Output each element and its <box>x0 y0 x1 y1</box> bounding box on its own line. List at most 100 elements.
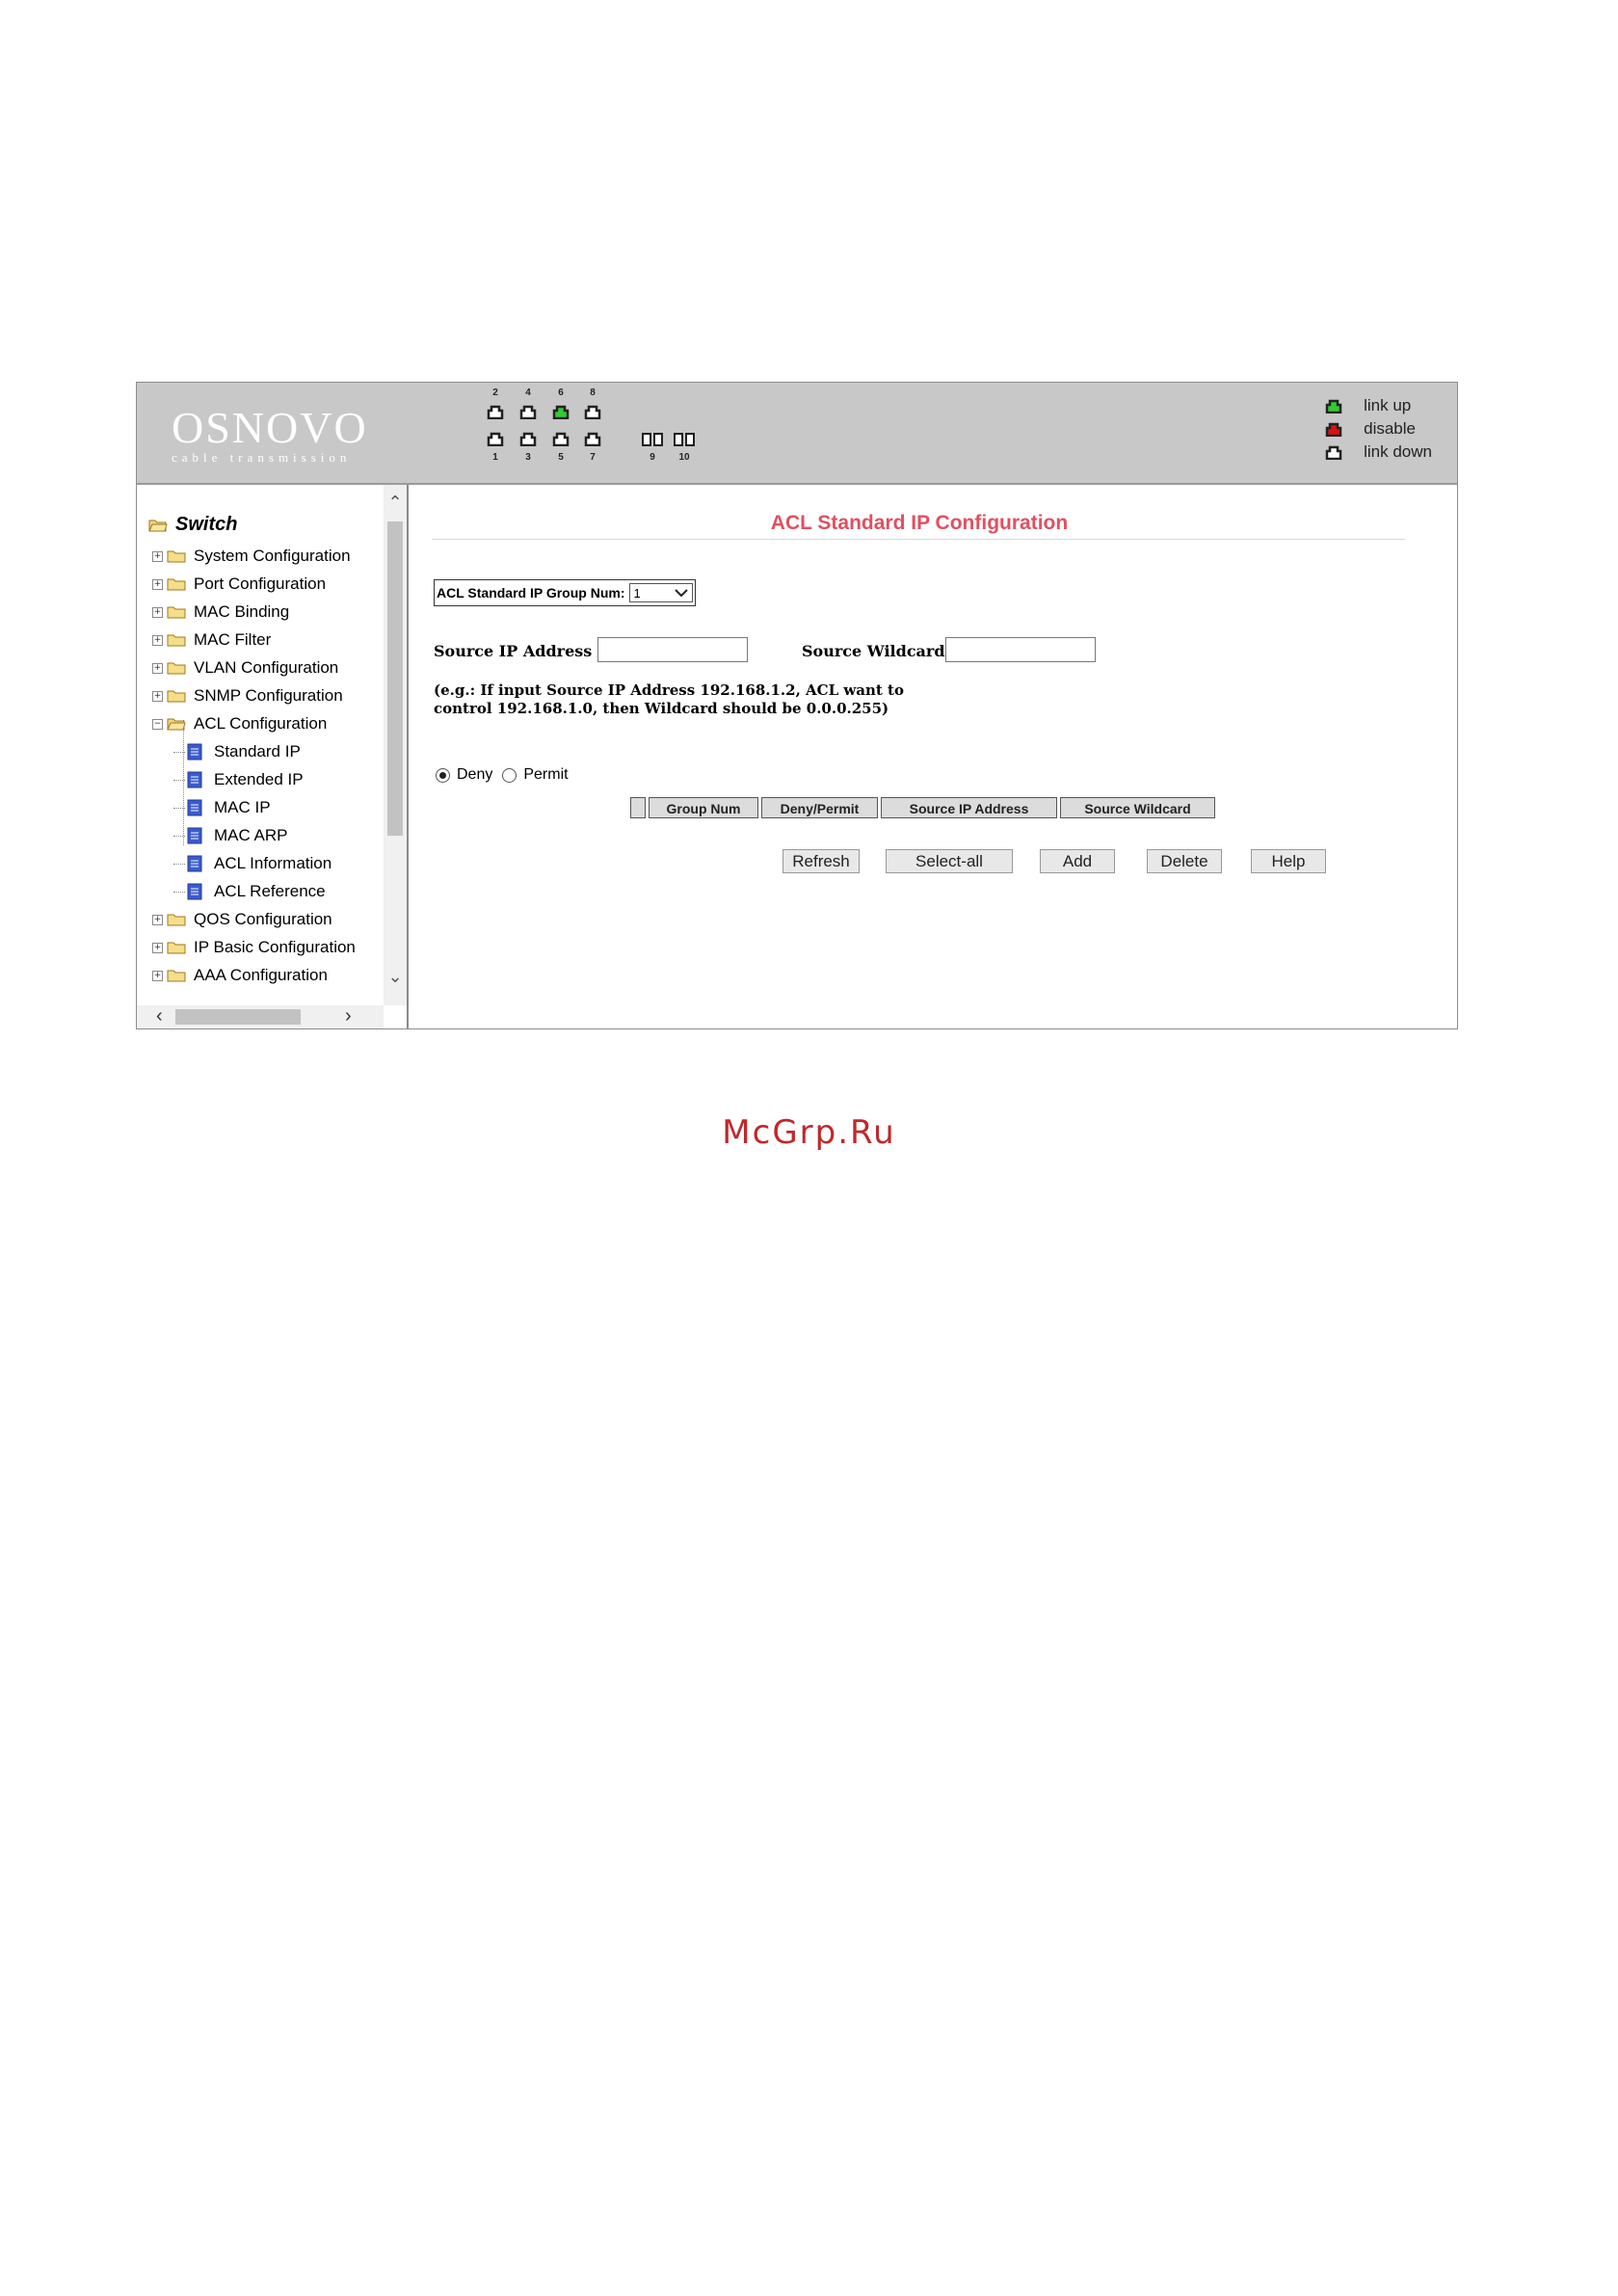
vertical-scrollbar[interactable]: ⌃ ⌄ <box>384 485 407 1005</box>
expand-icon[interactable]: + <box>152 914 163 925</box>
link-down-icon <box>1325 444 1342 460</box>
sidebar-item-label: ACL Information <box>214 854 332 872</box>
folder-icon <box>167 662 186 675</box>
group-num-label: ACL Standard IP Group Num: <box>437 585 625 601</box>
folder-icon <box>167 550 186 563</box>
sidebar-item-ip-basic-configuration[interactable]: + IP Basic Configuration <box>152 938 356 957</box>
sidebar-item-label: Port Configuration <box>194 574 327 593</box>
sidebar-item-acl-configuration[interactable]: − ACL Configuration <box>152 714 327 734</box>
port-3-icon[interactable] <box>519 431 537 446</box>
folder-icon <box>167 606 186 619</box>
sidebar-item-mac-filter[interactable]: + MAC Filter <box>152 630 271 650</box>
group-num-value: 1 <box>633 585 641 601</box>
port-1-icon[interactable] <box>487 431 504 446</box>
port-number: 8 <box>590 387 596 398</box>
expand-icon[interactable]: + <box>152 550 163 562</box>
folder-icon <box>167 914 186 926</box>
scroll-thumb[interactable] <box>175 1009 301 1025</box>
folder-icon <box>167 578 186 591</box>
expand-icon[interactable]: + <box>152 690 163 702</box>
deny-radio[interactable] <box>436 767 450 783</box>
scroll-thumb[interactable] <box>387 521 403 836</box>
sidebar-item-aaa-configuration[interactable]: + AAA Configuration <box>152 966 328 985</box>
port-6-icon[interactable] <box>552 404 570 419</box>
port-number: 5 <box>558 452 564 463</box>
folder-open-icon <box>167 718 186 731</box>
port-number: 4 <box>525 387 531 398</box>
sidebar-item-extended-ip[interactable]: Extended IP <box>173 770 304 789</box>
legend-link-up: link up <box>1325 394 1432 417</box>
port-number: 7 <box>590 452 596 463</box>
sidebar-item-qos-configuration[interactable]: + QOS Configuration <box>152 910 332 929</box>
permit-radio[interactable] <box>502 767 517 783</box>
tree-root-switch[interactable]: Switch <box>148 514 237 536</box>
page-icon <box>187 827 202 844</box>
expand-icon[interactable]: + <box>152 662 163 674</box>
expand-icon[interactable]: + <box>152 606 163 618</box>
sidebar-item-standard-ip[interactable]: Standard IP <box>173 742 301 761</box>
port-2-icon[interactable] <box>487 404 504 419</box>
delete-button[interactable]: Delete <box>1147 849 1222 873</box>
expand-icon[interactable]: + <box>152 578 163 590</box>
sidebar-item-snmp-configuration[interactable]: + SNMP Configuration <box>152 686 343 706</box>
scroll-left-icon[interactable]: ‹ <box>156 1005 163 1028</box>
sidebar-item-mac-ip[interactable]: MAC IP <box>173 798 271 817</box>
sidebar-item-system-configuration[interactable]: + System Configuration <box>152 547 351 566</box>
folder-icon <box>167 634 186 647</box>
expand-icon[interactable]: + <box>152 634 163 646</box>
deny-permit-radio-group: Deny Permit <box>436 766 569 784</box>
sidebar-item-label: MAC Binding <box>194 602 290 621</box>
permit-label: Permit <box>523 766 569 783</box>
source-ip-label: Source IP Address <box>434 642 593 660</box>
source-wildcard-input[interactable] <box>945 637 1096 662</box>
sidebar-item-mac-arp[interactable]: MAC ARP <box>173 826 288 845</box>
acl-table-header: Group Num Deny/Permit Source IP Address … <box>630 797 1218 818</box>
logo-tagline: cable transmission <box>172 450 352 465</box>
chevron-down-icon <box>674 588 688 597</box>
refresh-button[interactable]: Refresh <box>782 849 860 873</box>
watermark-text: McGrp.Ru <box>722 1113 896 1152</box>
sidebar-item-acl-reference[interactable]: ACL Reference <box>173 882 326 901</box>
sidebar-item-label: IP Basic Configuration <box>194 938 356 956</box>
logo-text: OSNOVO <box>172 403 368 452</box>
table-header-deny-permit: Deny/Permit <box>761 797 878 818</box>
sidebar-item-vlan-configuration[interactable]: + VLAN Configuration <box>152 658 338 678</box>
sidebar-item-label: Standard IP <box>214 742 301 761</box>
group-num-control: ACL Standard IP Group Num: 1 <box>434 579 696 606</box>
sidebar-item-label: SNMP Configuration <box>194 686 343 705</box>
port-5-icon[interactable] <box>552 431 570 446</box>
add-button[interactable]: Add <box>1040 849 1115 873</box>
sidebar-item-label: AAA Configuration <box>194 966 328 984</box>
folder-icon <box>167 970 186 982</box>
expand-icon[interactable]: + <box>152 970 163 981</box>
sidebar-item-mac-binding[interactable]: + MAC Binding <box>152 602 289 622</box>
collapse-icon[interactable]: − <box>152 718 163 730</box>
table-header-source-ip: Source IP Address <box>881 797 1057 818</box>
port-4-icon[interactable] <box>519 404 537 419</box>
port-8-icon[interactable] <box>584 404 601 419</box>
sidebar-item-label: System Configuration <box>194 547 351 565</box>
help-button[interactable]: Help <box>1251 849 1326 873</box>
page-title: ACL Standard IP Configuration <box>770 512 1069 534</box>
port-7-icon[interactable] <box>584 431 601 446</box>
horizontal-scrollbar[interactable]: ‹ › <box>137 1005 384 1028</box>
port-9-icon[interactable] <box>641 431 664 446</box>
scroll-up-icon[interactable]: ⌃ <box>386 493 404 513</box>
sidebar-item-label: ACL Reference <box>214 882 326 900</box>
scroll-down-icon[interactable]: ⌄ <box>386 967 404 987</box>
page-icon <box>187 883 202 900</box>
port-10-icon[interactable] <box>673 431 696 446</box>
source-ip-input[interactable] <box>597 637 748 662</box>
scroll-right-icon[interactable]: › <box>345 1005 352 1028</box>
expand-icon[interactable]: + <box>152 942 163 953</box>
sidebar-item-acl-information[interactable]: ACL Information <box>173 854 332 873</box>
table-header-source-wildcard: Source Wildcard <box>1060 797 1215 818</box>
sidebar-item-port-configuration[interactable]: + Port Configuration <box>152 574 326 594</box>
page-icon <box>187 771 202 788</box>
group-num-select[interactable]: 1 <box>628 583 693 602</box>
sidebar-item-label: MAC IP <box>214 798 271 816</box>
page-icon <box>187 855 202 872</box>
select-all-button[interactable]: Select-all <box>886 849 1013 873</box>
folder-icon <box>167 942 186 954</box>
title-divider <box>432 539 1405 540</box>
